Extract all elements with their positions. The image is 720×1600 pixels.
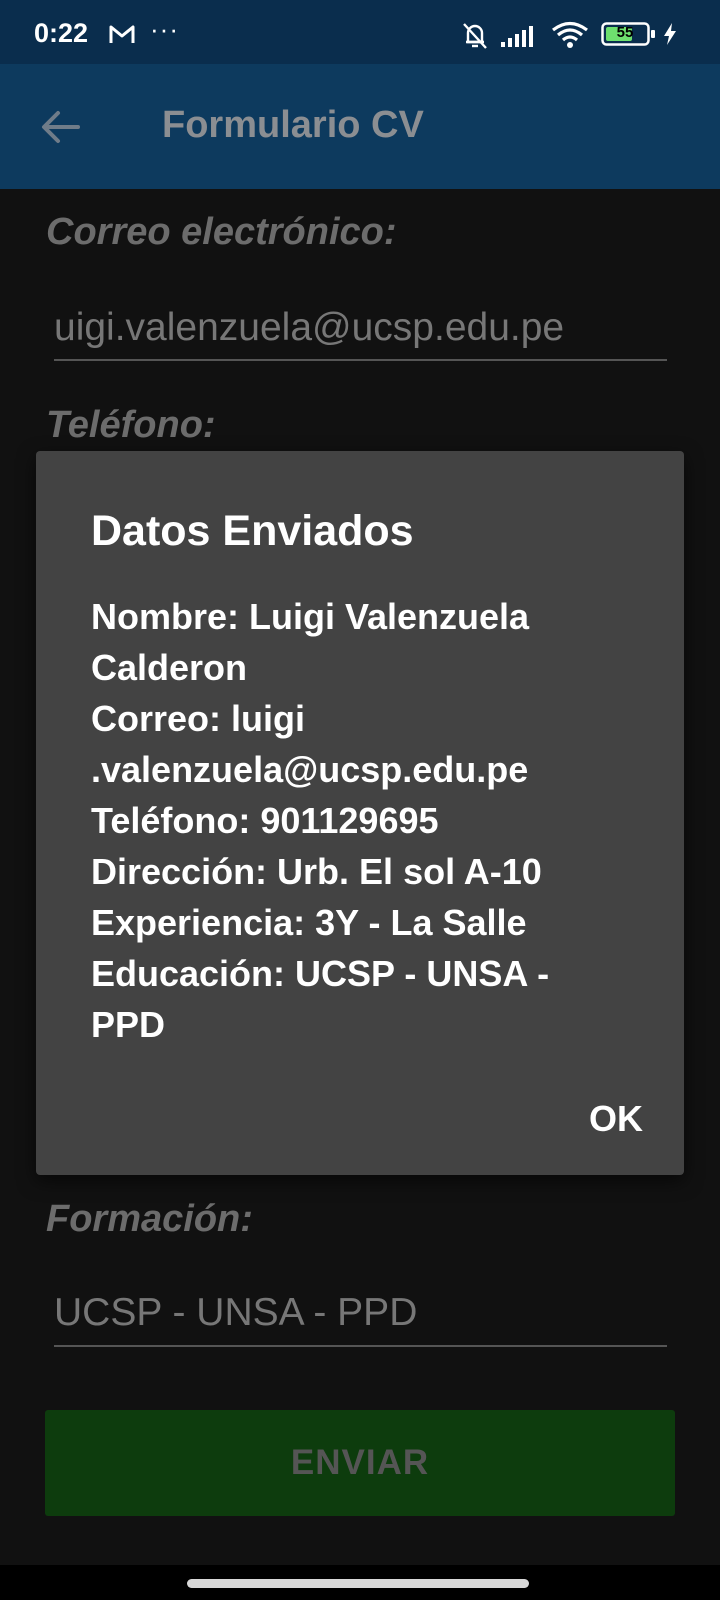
- more-notifications-icon: ···: [150, 14, 179, 44]
- phone-label: Teléfono:: [46, 404, 216, 446]
- battery-icon: 55: [601, 22, 657, 51]
- status-time: 0:22: [34, 18, 89, 48]
- mail-icon: [108, 23, 136, 50]
- dialog-message: Nombre: Luigi Valenzuela Calderon Correo…: [91, 591, 641, 1050]
- dialog-title: Datos Enviados: [91, 507, 414, 555]
- email-field[interactable]: uigi.valenzuela@ucsp.edu.pe: [54, 306, 564, 350]
- email-field-underline: [54, 359, 667, 361]
- data-sent-dialog: Datos Enviados Nombre: Luigi Valenzuela …: [36, 451, 684, 1175]
- bell-off-icon: [460, 20, 490, 55]
- app-bar: Formulario CV: [0, 64, 720, 189]
- email-label: Correo electrónico:: [46, 211, 397, 253]
- send-button[interactable]: ENVIAR: [45, 1410, 675, 1516]
- dialog-line-name-cont: Calderon: [91, 647, 248, 688]
- dialog-line-phone: Teléfono: 901129695: [91, 800, 439, 841]
- ok-button[interactable]: OK: [576, 1089, 656, 1149]
- home-indicator[interactable]: [187, 1579, 529, 1588]
- dialog-line-email-cont: .valenzuela@ucsp.edu.pe: [91, 749, 529, 790]
- status-bar: 0:22 ··· 55: [0, 0, 720, 64]
- formation-label: Formación:: [46, 1198, 253, 1240]
- charging-bolt-icon: [663, 23, 677, 50]
- dialog-line-address: Dirección: Urb. El sol A-10: [91, 851, 542, 892]
- dialog-line-name: Nombre: Luigi Valenzuela: [91, 596, 530, 637]
- arrow-left-icon[interactable]: [38, 104, 84, 150]
- wifi-icon: [551, 21, 589, 54]
- formation-field-underline: [54, 1345, 667, 1347]
- navigation-bar: [0, 1565, 720, 1600]
- formation-field[interactable]: UCSP - UNSA - PPD: [54, 1291, 417, 1335]
- page-title: Formulario CV: [162, 104, 424, 146]
- signal-icon: [501, 24, 541, 53]
- dialog-line-education: Educación: UCSP - UNSA -: [91, 953, 550, 994]
- dialog-line-experience: Experiencia: 3Y - La Salle: [91, 902, 527, 943]
- battery-level: 55: [616, 24, 634, 41]
- dialog-line-email: Correo: luigi: [91, 698, 305, 739]
- dialog-line-education-cont: PPD: [91, 1004, 166, 1045]
